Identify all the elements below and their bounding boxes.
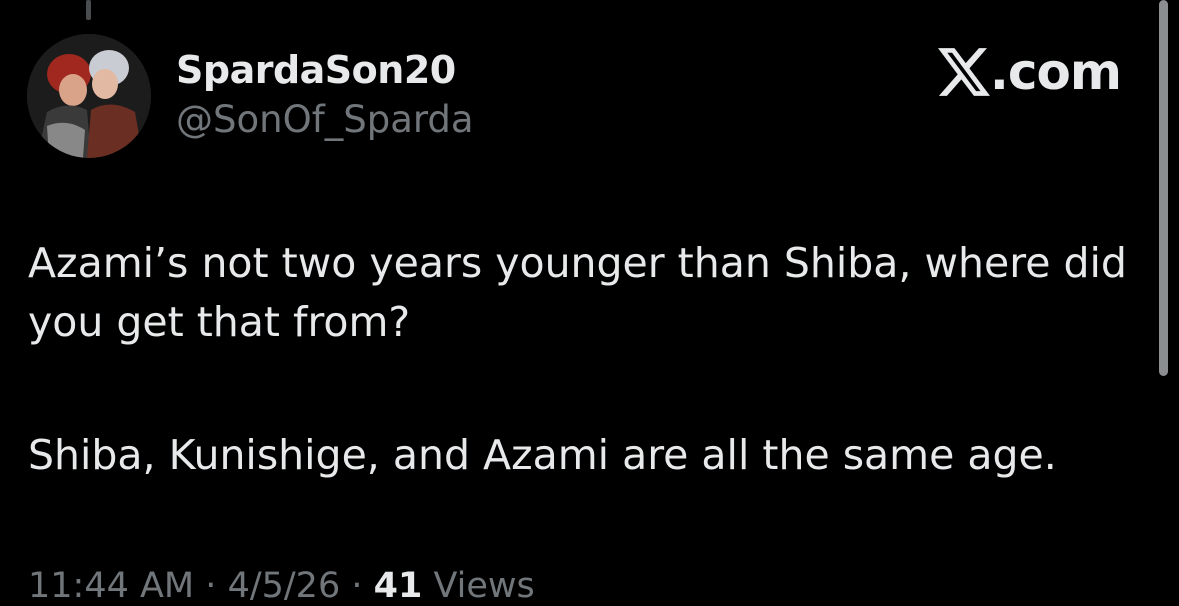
brand-domain-text: .com [989,43,1122,101]
tweet-paragraph: Azami’s not two years younger than Shiba… [28,239,1127,346]
scrollbar[interactable] [1159,0,1168,376]
author-display-name[interactable]: SpardaSon20 [176,48,456,92]
tweet-time[interactable]: 11:44 AM [28,566,194,606]
avatar[interactable] [27,34,151,158]
avatar-image [27,34,151,158]
views-label: Views [433,566,535,606]
x-logo-icon [937,48,990,96]
meta-separator: · [351,566,363,606]
tweet-paragraph: Shiba, Kunishige, and Azami are all the … [28,431,1057,479]
author-handle[interactable]: @SonOf_Sparda [176,98,474,141]
views-count[interactable]: 41 [374,566,423,606]
meta-separator: · [205,566,217,606]
tweet-date[interactable]: 4/5/26 [228,566,341,606]
thread-connector-line [86,0,91,20]
tweet-metadata: 11:44 AM · 4/5/26 · 41 Views [28,566,535,606]
brand-watermark: .com [937,43,1122,101]
tweet-text: Azami’s not two years younger than Shiba… [28,234,1138,485]
